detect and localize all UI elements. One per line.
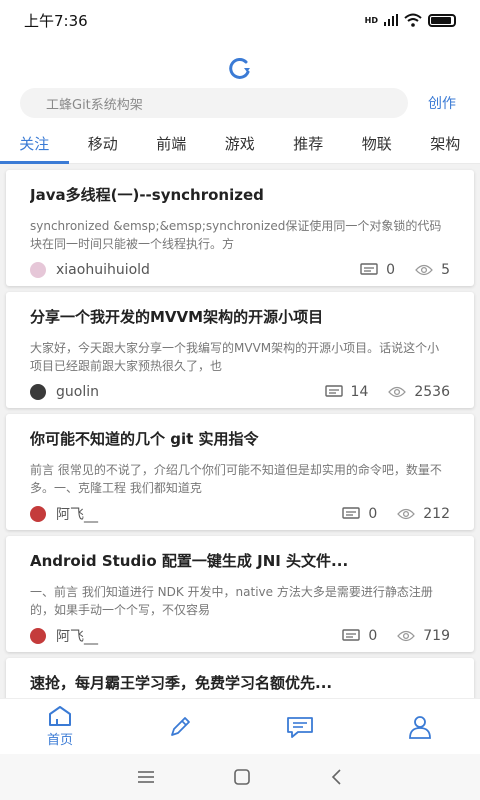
battery-icon (428, 13, 456, 27)
comment-count: 0 (368, 506, 378, 522)
nav-home-label: 首页 (46, 733, 73, 748)
app-logo-icon (229, 57, 250, 79)
comment-count: 0 (368, 628, 378, 644)
view-stat: 212 (397, 506, 450, 522)
comment-icon (324, 385, 343, 397)
article-meta: 阿飞__ 0 719 (30, 625, 450, 647)
view-count: 2536 (414, 384, 450, 400)
article-feed[interactable]: Java多线程(一)--synchronized synchronized &e… (0, 164, 480, 698)
tab-mobile[interactable]: 移动 (69, 128, 138, 163)
category-tabs: 关注 移动 前端 游戏 推荐 物联 架构 (0, 128, 480, 164)
view-stat: 719 (397, 628, 450, 644)
nav-write[interactable] (120, 699, 240, 754)
comment-stat: 0 (360, 262, 395, 278)
comment-count: 0 (386, 262, 396, 278)
article-summary: synchronized &emsp;&emsp;synchronized保证使… (30, 219, 442, 251)
comment-stat: 14 (324, 384, 369, 400)
user-icon (409, 715, 431, 739)
article-card[interactable]: 分享一个我开发的MVVM架构的开源小项目 大家好，今天跟大家分享一个我编写的MV… (6, 292, 474, 408)
eye-icon (397, 508, 416, 520)
article-card[interactable]: Android Studio 配置一键生成 JNI 头文件... 一、前言 我们… (6, 536, 474, 652)
author-name: 阿飞__ (56, 629, 98, 645)
view-count: 212 (423, 506, 450, 522)
avatar (30, 262, 46, 278)
article-title: 分享一个我开发的MVVM架构的开源小项目 (30, 308, 324, 326)
wifi-icon (404, 13, 422, 27)
comment-icon (342, 507, 361, 519)
tab-architecture[interactable]: 架构 (411, 128, 480, 163)
article-title: Java多线程(一)--synchronized (30, 186, 264, 204)
search-input[interactable]: 工蜂Git系统构架 (20, 88, 408, 118)
home-icon (49, 706, 71, 726)
article-title: 速抢，每月霸王学习季，免费学习名额优先... (30, 674, 333, 692)
message-icon (287, 716, 313, 738)
status-bar: 上午7:36 HD (0, 0, 480, 40)
eye-icon (397, 630, 416, 642)
search-row: 工蜂Git系统构架 创作 (20, 88, 466, 118)
home-square-icon[interactable] (234, 769, 250, 785)
avatar (30, 506, 46, 522)
article-card[interactable]: Java多线程(一)--synchronized synchronized &e… (6, 170, 474, 286)
create-button[interactable]: 创作 (428, 93, 456, 113)
back-icon[interactable] (330, 769, 342, 785)
search-placeholder: 工蜂Git系统构架 (46, 97, 143, 113)
article-meta: xiaohuihuiold 0 5 (30, 259, 450, 281)
status-icons: HD (365, 13, 456, 27)
comment-icon (360, 263, 378, 275)
article-summary: 前言 很常见的不说了，介绍几个你们可能不知道但是却实用的命令吧，数量不多。一、克… (30, 463, 442, 495)
view-stat: 2536 (388, 384, 450, 400)
hd-signal-icon: HD (364, 15, 378, 25)
tab-iot[interactable]: 物联 (343, 128, 412, 163)
nav-profile[interactable] (360, 699, 480, 754)
article-summary: 大家好，今天跟大家分享一个我编写的MVVM架构的开源小项目。话说这个小项目已经跟… (30, 341, 440, 373)
article-meta: guolin 14 2536 (30, 381, 450, 403)
comment-icon (342, 629, 361, 641)
view-stat: 5 (415, 262, 450, 278)
tab-games[interactable]: 游戏 (206, 128, 275, 163)
pencil-icon (171, 716, 190, 736)
view-count: 5 (441, 262, 450, 278)
article-title: 你可能不知道的几个 git 实用指令 (30, 430, 259, 448)
article-title: Android Studio 配置一键生成 JNI 头文件... (30, 552, 349, 570)
tab-frontend[interactable]: 前端 (137, 128, 206, 163)
eye-icon (415, 264, 433, 276)
author-name: 阿飞__ (56, 507, 98, 523)
article-card[interactable]: 你可能不知道的几个 git 实用指令 前言 很常见的不说了，介绍几个你们可能不知… (6, 414, 474, 530)
avatar (30, 628, 46, 644)
tab-recommended[interactable]: 推荐 (274, 128, 343, 163)
article-summary: 一、前言 我们知道进行 NDK 开发中，native 方法大多是需要进行静态注册… (30, 585, 433, 617)
system-nav-bar (0, 754, 480, 800)
menu-icon[interactable] (138, 771, 154, 783)
bottom-nav: 首页 (0, 698, 480, 754)
author-name: guolin (56, 384, 99, 400)
cellular-signal-icon (384, 14, 398, 26)
status-time: 上午7:36 (24, 11, 88, 30)
comment-stat: 0 (342, 628, 377, 644)
avatar (30, 384, 46, 400)
article-card[interactable]: 速抢，每月霸王学习季，免费学习名额优先... (6, 658, 474, 698)
article-meta: 阿飞__ 0 212 (30, 503, 450, 525)
comment-count: 14 (350, 384, 369, 400)
view-count: 719 (423, 628, 450, 644)
nav-home[interactable]: 首页 (0, 699, 120, 754)
author-name: xiaohuihuiold (56, 262, 150, 278)
comment-stat: 0 (342, 506, 377, 522)
tab-follow[interactable]: 关注 (0, 128, 69, 164)
eye-icon (388, 386, 407, 398)
nav-messages[interactable] (240, 699, 360, 754)
